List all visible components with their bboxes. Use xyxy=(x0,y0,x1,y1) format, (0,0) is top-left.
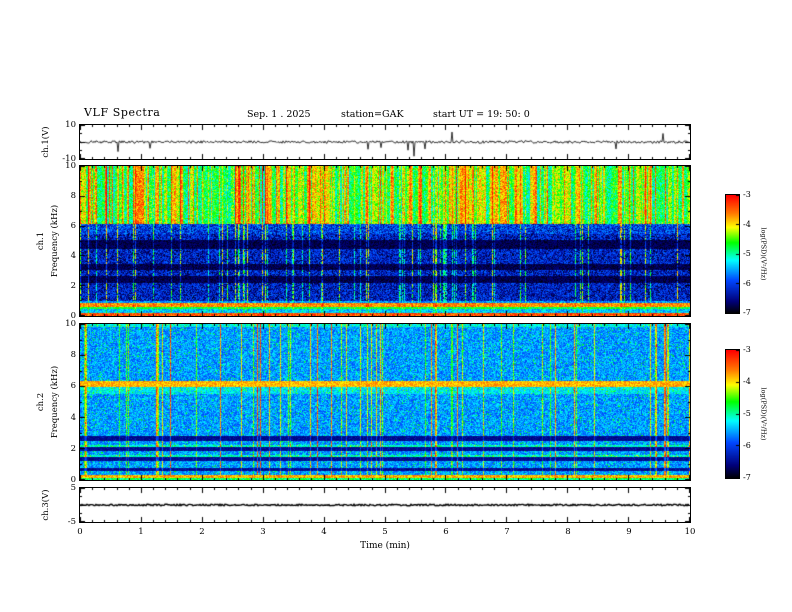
cb1-tick-m6: -6 xyxy=(743,279,751,288)
x-tick-6: 6 xyxy=(443,527,449,537)
ch2-spectrogram-canvas xyxy=(80,324,690,480)
ch1-spec-ytick-6: 6 xyxy=(70,221,76,231)
ch3-waveform-panel xyxy=(79,487,691,523)
ch2-spec-ytick-6: 6 xyxy=(70,381,76,391)
header-date: Sep. 1 . 2025 xyxy=(247,109,311,120)
ch1-spectrogram-panel xyxy=(79,165,691,317)
cb2-tick-m5: -5 xyxy=(743,409,751,418)
x-tick-4: 4 xyxy=(321,527,327,537)
vlf-spectra-figure: VLF Spectra Sep. 1 . 2025 station=GAK st… xyxy=(0,0,792,612)
cb2-tick-m3: -3 xyxy=(743,345,751,354)
cb2-tick-m4: -4 xyxy=(743,377,751,386)
ch3-wave-ytick-top: 5 xyxy=(70,483,76,493)
ch1-spec-ytick-4: 4 xyxy=(70,251,76,261)
ch3-wave-ytick-bottom: -5 xyxy=(67,517,76,527)
colorbar-2-canvas xyxy=(726,350,739,478)
ch2-spec-ytick-2: 2 xyxy=(70,444,76,454)
ch1-spec-ytick-8: 8 xyxy=(70,191,76,201)
ch1-spec-channel-label: ch.1 xyxy=(36,231,46,251)
header-station: station=GAK xyxy=(341,109,404,120)
x-tick-8: 8 xyxy=(565,527,571,537)
cb1-tick-m3: -3 xyxy=(743,190,751,199)
ch2-spectrogram-panel xyxy=(79,323,691,481)
x-tick-0: 0 xyxy=(77,527,83,537)
colorbar-2 xyxy=(725,349,740,479)
x-tick-2: 2 xyxy=(199,527,205,537)
cb1-tick-m4: -4 xyxy=(743,220,751,229)
ch2-spec-channel-label: ch.2 xyxy=(36,392,46,412)
x-tick-10: 10 xyxy=(684,527,696,537)
ch1-waveform-panel xyxy=(79,124,691,160)
ch2-spec-ytick-8: 8 xyxy=(70,350,76,360)
cb1-tick-m7: -7 xyxy=(743,308,751,317)
ch1-spec-ytick-2: 2 xyxy=(70,281,76,291)
x-tick-5: 5 xyxy=(382,527,388,537)
x-tick-3: 3 xyxy=(260,527,266,537)
cb2-axis-label: log(PSD)(V²/Hz) xyxy=(759,387,768,441)
ch2-spec-ytick-10: 10 xyxy=(65,319,76,329)
ch3-waveform-canvas xyxy=(80,488,690,522)
colorbar-1-canvas xyxy=(726,195,739,313)
ch1-spec-ytick-10: 10 xyxy=(65,161,76,171)
x-tick-7: 7 xyxy=(504,527,510,537)
ch1-spectrogram-canvas xyxy=(80,166,690,316)
cb2-tick-m6: -6 xyxy=(743,441,751,450)
ch1-wave-ytick-top: 10 xyxy=(65,120,76,130)
ch1-waveform-canvas xyxy=(80,125,690,159)
ch1-wave-ylabel: ch.1(V) xyxy=(41,126,51,158)
colorbar-1 xyxy=(725,194,740,314)
cb1-tick-m5: -5 xyxy=(743,249,751,258)
x-tick-9: 9 xyxy=(626,527,632,537)
ch3-wave-ylabel: ch.3(V) xyxy=(41,489,51,521)
x-tick-1: 1 xyxy=(138,527,144,537)
figure-title: VLF Spectra xyxy=(84,106,161,119)
ch1-spec-frequency-ylabel: Frequency (kHz) xyxy=(50,204,60,278)
time-axis-label: Time (min) xyxy=(360,541,410,551)
cb1-axis-label: log(PSD)(V²/Hz) xyxy=(759,227,768,281)
ch2-spec-ytick-4: 4 xyxy=(70,413,76,423)
ch2-spec-frequency-ylabel: Frequency (kHz) xyxy=(50,365,60,439)
cb2-tick-m7: -7 xyxy=(743,473,751,482)
header-start-ut: start UT = 19: 50: 0 xyxy=(433,109,530,120)
